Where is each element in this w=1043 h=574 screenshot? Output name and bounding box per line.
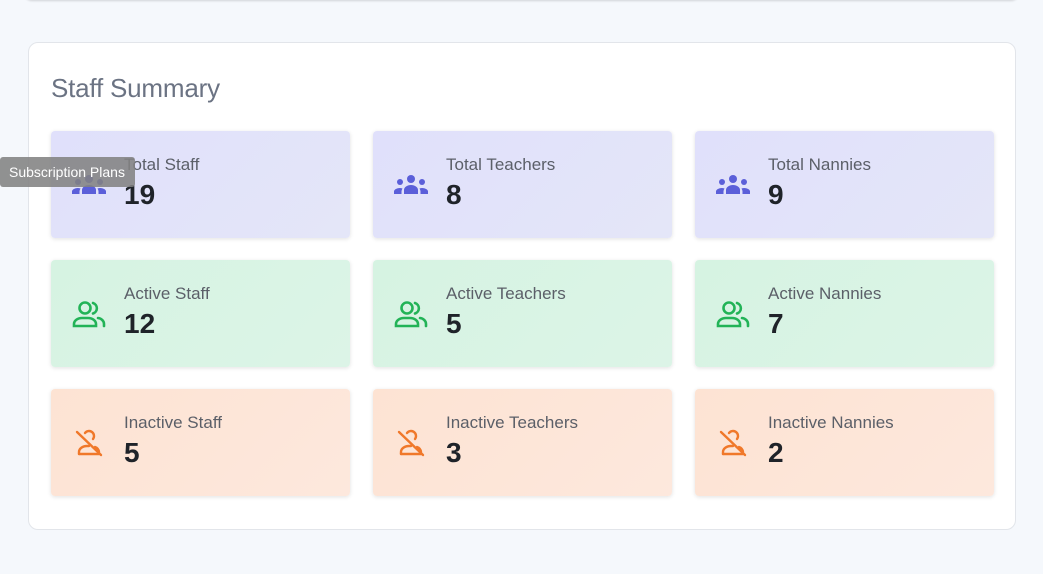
card-active-nannies[interactable]: Active Nannies 7: [695, 260, 994, 367]
staff-summary-panel: Staff Summary Total Staff 19 Total Teach…: [28, 42, 1016, 530]
people-outline-icon: [716, 300, 750, 328]
card-label: Active Nannies: [768, 284, 882, 303]
subscription-plans-tooltip: Subscription Plans: [0, 157, 135, 187]
card-label: Inactive Staff: [124, 413, 222, 432]
group-icon: [394, 171, 428, 199]
card-total-nannies[interactable]: Total Nannies 9: [695, 131, 994, 238]
card-label: Inactive Teachers: [446, 413, 578, 432]
card-value: 12: [124, 308, 156, 339]
card-value: 5: [446, 308, 462, 339]
card-inactive-staff[interactable]: Inactive Staff 5: [51, 389, 350, 496]
card-label: Total Teachers: [446, 155, 556, 174]
people-outline-icon: [72, 300, 106, 328]
card-inactive-teachers[interactable]: Inactive Teachers 3: [373, 389, 672, 496]
card-value: 7: [768, 308, 784, 339]
card-value: 2: [768, 437, 784, 468]
card-label: Active Staff: [124, 284, 210, 303]
card-value: 9: [768, 179, 784, 210]
panel-title: Staff Summary: [51, 73, 220, 103]
person-off-icon: [72, 429, 106, 457]
card-label: Inactive Nannies: [768, 413, 894, 432]
card-total-teachers[interactable]: Total Teachers 8: [373, 131, 672, 238]
group-icon: [716, 171, 750, 199]
card-label: Active Teachers: [446, 284, 566, 303]
card-active-teachers[interactable]: Active Teachers 5: [373, 260, 672, 367]
card-active-staff[interactable]: Active Staff 12: [51, 260, 350, 367]
card-label: Total Staff: [124, 155, 200, 174]
person-off-icon: [716, 429, 750, 457]
person-off-icon: [394, 429, 428, 457]
card-value: 8: [446, 179, 462, 210]
card-label: Total Nannies: [768, 155, 872, 174]
card-inactive-nannies[interactable]: Inactive Nannies 2: [695, 389, 994, 496]
card-value: 5: [124, 437, 140, 468]
people-outline-icon: [394, 300, 428, 328]
card-value: 3: [446, 437, 462, 468]
stats-grid: Total Staff 19 Total Teachers 8 Total Na…: [51, 131, 994, 496]
